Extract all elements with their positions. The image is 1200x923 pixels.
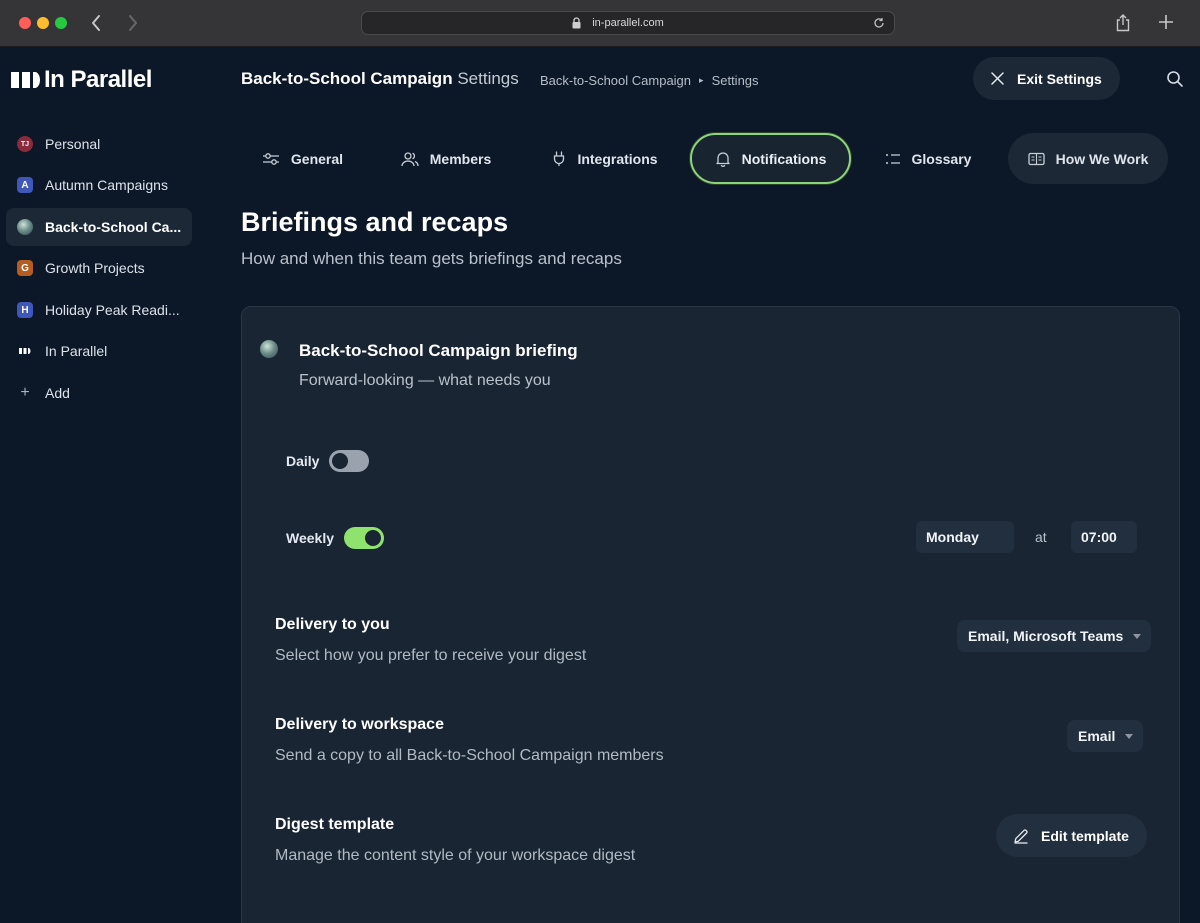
daily-label: Daily [286,453,320,469]
book-icon [1027,152,1045,165]
page-title-strong: Back-to-School Campaign [241,69,453,88]
weekly-toggle[interactable] [344,527,384,549]
delivery-you-subtitle: Select how you prefer to receive your di… [275,647,587,664]
delivery-you-title: Delivery to you [275,616,390,633]
new-tab-plus-icon[interactable] [1158,14,1174,30]
weekly-day-select[interactable]: Monday [916,521,1014,553]
weekly-label: Weekly [286,530,334,546]
tab-general[interactable]: General [241,133,364,184]
sidebar-item-back-to-school[interactable]: Back-to-School Ca... [6,208,192,246]
sidebar-item-holiday-peak[interactable]: H Holiday Peak Readi... [6,291,192,329]
breadcrumb-item-settings: Settings [711,73,759,88]
exit-settings-button[interactable]: Exit Settings [973,57,1120,100]
minimize-window-button[interactable] [37,17,49,29]
logo-text: In Parallel [44,66,152,93]
briefing-subtitle: Forward-looking — what needs you [299,372,551,389]
breadcrumb-item-campaign[interactable]: Back-to-School Campaign [540,73,691,88]
sidebar-item-label: Autumn Campaigns [45,177,168,193]
tab-label: Notifications [741,150,827,167]
digest-template-subtitle: Manage the content style of your workspa… [275,847,636,864]
at-label: at [1035,529,1047,545]
briefing-card: Back-to-School Campaign briefing Forward… [241,306,1180,923]
digest-template-title: Digest template [275,816,395,833]
forward-arrow-icon[interactable] [120,10,144,36]
delivery-workspace-value: Email [1078,728,1116,744]
address-bar[interactable]: in-parallel.com [361,11,895,35]
toggle-knob [332,453,348,469]
tab-glossary[interactable]: Glossary [868,133,988,184]
tab-notifications[interactable]: Notifications [690,133,851,184]
delivery-workspace-title: Delivery to workspace [275,716,444,733]
section-title: Briefings and recaps [241,207,509,237]
letter-badge-icon: A [17,177,33,193]
reload-icon[interactable] [873,17,885,29]
delivery-workspace-dropdown[interactable]: Email [1067,720,1144,752]
plug-icon [554,150,565,166]
tab-label: Integrations [577,150,658,167]
back-arrow-icon[interactable] [85,10,109,36]
chevron-down-icon [1133,633,1142,639]
chevron-down-icon [1125,733,1134,739]
edit-template-button[interactable]: Edit template [996,814,1147,857]
delivery-you-value: Email, Microsoft Teams [968,628,1124,644]
sidebar-item-label: Holiday Peak Readi... [45,302,180,318]
page-title-muted: Settings [457,69,519,88]
daily-toggle[interactable] [329,450,369,472]
section-subtitle: How and when this team gets briefings an… [241,249,622,268]
close-window-button[interactable] [19,17,31,29]
delivery-workspace-subtitle: Send a copy to all Back-to-School Campai… [275,747,664,764]
zoom-window-button[interactable] [55,17,67,29]
list-icon [885,153,900,164]
tab-label: Glossary [911,150,972,167]
sidebar-item-in-parallel[interactable]: In Parallel [6,332,192,370]
search-icon[interactable] [1166,70,1184,88]
sliders-icon [262,152,279,165]
sidebar-item-personal[interactable]: TJ Personal [6,125,192,163]
breadcrumb-separator-icon: ▸ [699,75,704,85]
browser-toolbar: in-parallel.com [0,0,1200,47]
page-title: Back-to-School Campaign Settings [241,69,519,89]
sidebar-item-label: Growth Projects [45,260,145,276]
close-icon [991,72,1004,85]
sidebar-item-autumn-campaigns[interactable]: A Autumn Campaigns [6,166,192,204]
exit-settings-label: Exit Settings [1017,70,1102,87]
briefing-title: Back-to-School Campaign briefing [299,341,578,360]
sidebar-item-growth-projects[interactable]: G Growth Projects [6,249,192,287]
team-avatar-icon [260,340,278,358]
logo-mark-icon [17,343,33,359]
sidebar-item-label: Back-to-School Ca... [45,219,182,235]
avatar-icon: TJ [17,136,33,152]
users-icon [401,151,419,166]
tab-label: How We Work [1055,150,1149,167]
tab-integrations[interactable]: Integrations [530,133,680,184]
breadcrumb: Back-to-School Campaign ▸ Settings [540,73,759,88]
tab-how-we-work[interactable]: How We Work [1008,133,1168,184]
share-icon[interactable] [1115,14,1131,32]
plus-icon: + [20,384,30,401]
bell-icon [715,151,730,167]
tab-label: General [290,150,344,167]
letter-badge-icon: H [17,302,33,318]
weekly-time-input[interactable]: 07:00 [1071,521,1137,553]
url-text: in-parallel.com [592,17,664,29]
delivery-you-dropdown[interactable]: Email, Microsoft Teams [957,620,1152,652]
sidebar-item-label: In Parallel [45,343,108,359]
tab-label: Members [429,150,492,167]
sidebar-item-label: Add [45,385,70,401]
logo-mark-icon [11,69,40,91]
pencil-icon [1014,828,1028,844]
tab-members[interactable]: Members [382,133,510,184]
app-logo[interactable]: In Parallel [11,66,152,94]
toggle-knob [365,530,381,546]
letter-badge-icon: G [17,260,33,276]
edit-template-label: Edit template [1041,827,1129,844]
sidebar-item-add[interactable]: + Add [6,374,192,412]
sidebar-item-label: Personal [45,136,101,152]
globe-avatar-icon [17,219,33,235]
